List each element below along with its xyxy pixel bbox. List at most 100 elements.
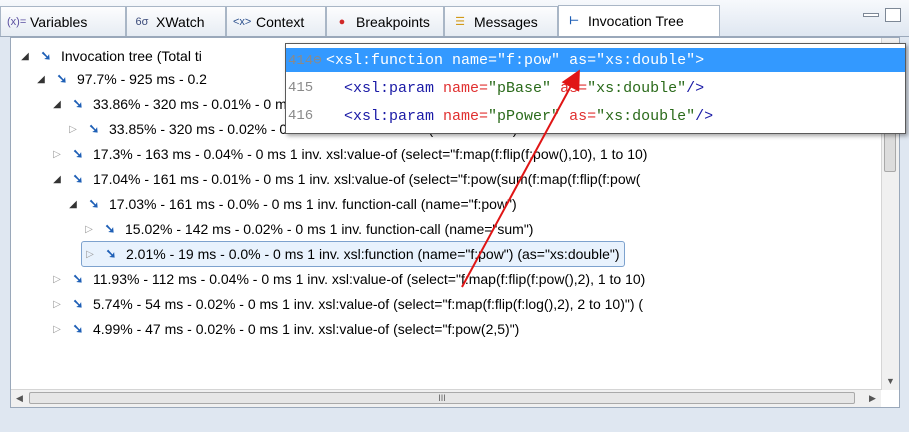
expand-arrow-icon[interactable]: ◢ — [17, 51, 33, 62]
tab-label: Invocation Tree — [588, 13, 684, 29]
code-value: "f:pow" — [497, 51, 561, 69]
tab-invocation-tree[interactable]: ⊢ Invocation Tree — [558, 5, 720, 36]
tree-row[interactable]: ◢ ➘ 17.03% - 161 ms - 0.0% - 0 ms 1 inv.… — [65, 192, 517, 216]
source-preview-popup: 414⊖ <xsl:function name="f:pow" as="xs:d… — [285, 43, 906, 134]
code-value: "xs:double" — [596, 51, 696, 69]
collapsed-arrow-icon[interactable]: ▷ — [65, 124, 81, 135]
invocation-node-icon: ➘ — [72, 296, 84, 311]
tab-breakpoints[interactable]: ● Breakpoints — [326, 6, 444, 36]
source-code: <xsl:param name="pPower" as="xs:double"/… — [326, 108, 713, 125]
view-tab-bar: (x)= Variables 6σ XWatch <x> Context ● B… — [0, 0, 909, 37]
tab-label: XWatch — [156, 13, 205, 30]
tree-row-label: 17.3% - 163 ms - 0.04% - 0 ms 1 inv. xsl… — [93, 146, 648, 162]
tab-label: Messages — [474, 13, 538, 30]
code-attr: as= — [560, 51, 597, 69]
collapsed-arrow-icon[interactable]: ▷ — [82, 249, 98, 260]
tree-row-label: 15.02% - 142 ms - 0.02% - 0 ms 1 inv. fu… — [125, 221, 534, 237]
tab-label: Variables — [30, 13, 88, 30]
tree-row[interactable]: ▷ ➘ 4.99% - 47 ms - 0.02% - 0 ms 1 inv. … — [49, 317, 519, 341]
invocation-tree-icon: ⊢ — [569, 15, 579, 27]
code-tag: <xsl:param — [326, 107, 435, 125]
code-tag: <xsl:function — [326, 51, 444, 69]
tab-variables[interactable]: (x)= Variables — [0, 6, 126, 36]
source-line: 415 <xsl:param name="pBase" as="xs:doubl… — [286, 76, 905, 100]
tree-row-label: 17.04% - 161 ms - 0.01% - 0 ms 1 inv. xs… — [93, 171, 641, 187]
line-number: 415 — [288, 80, 314, 96]
tab-xwatch[interactable]: 6σ XWatch — [126, 6, 226, 36]
minimize-icon[interactable] — [863, 13, 879, 17]
code-value: "xs:double" — [596, 107, 696, 125]
source-line: 414⊖ <xsl:function name="f:pow" as="xs:d… — [286, 48, 905, 72]
tree-row[interactable]: ▷ ➘ 5.74% - 54 ms - 0.02% - 0 ms 1 inv. … — [49, 292, 643, 316]
tab-label: Context — [256, 13, 305, 30]
code-attr: as= — [551, 79, 588, 97]
invocation-node-icon: ➘ — [72, 271, 84, 286]
tree-row[interactable]: ▷ ➘ 17.3% - 163 ms - 0.04% - 0 ms 1 inv.… — [49, 142, 647, 166]
code-value: "pBase" — [488, 79, 552, 97]
code-attr: as= — [560, 107, 597, 125]
source-line: 416 <xsl:param name="pPower" as="xs:doub… — [286, 104, 905, 128]
tree-row[interactable]: ▷ ➘ 11.93% - 112 ms - 0.04% - 0 ms 1 inv… — [49, 267, 645, 291]
context-icon: <x> — [233, 15, 252, 28]
invocation-node-icon: ➘ — [72, 321, 84, 336]
collapsed-arrow-icon[interactable]: ▷ — [49, 324, 65, 335]
code-attr: name= — [443, 51, 498, 69]
tree-row[interactable]: ▷ ➘ 15.02% - 142 ms - 0.02% - 0 ms 1 inv… — [81, 217, 533, 241]
invocation-node-icon: ➘ — [72, 171, 84, 186]
tree-row-label: 5.74% - 54 ms - 0.02% - 0 ms 1 inv. xsl:… — [93, 296, 644, 312]
tab-messages[interactable]: ☰ Messages — [444, 6, 558, 36]
invocation-node-icon: ➘ — [72, 146, 84, 161]
expand-arrow-icon[interactable]: ◢ — [65, 199, 81, 210]
scroll-right-icon[interactable]: ▶ — [864, 390, 881, 407]
tree-row-label: 4.99% - 47 ms - 0.02% - 0 ms 1 inv. xsl:… — [93, 321, 520, 337]
code-value: "xs:double" — [587, 79, 687, 97]
collapsed-arrow-icon[interactable]: ▷ — [49, 299, 65, 310]
invocation-node-icon: ➘ — [105, 246, 117, 261]
horizontal-scrollbar[interactable]: ◀ III ▶ — [11, 389, 881, 407]
tab-context[interactable]: <x> Context — [226, 6, 326, 36]
breakpoint-icon: ● — [338, 15, 346, 28]
code-value: "pPower" — [488, 107, 561, 125]
scroll-down-icon[interactable]: ▼ — [882, 373, 899, 390]
invocation-node-icon: ➘ — [88, 196, 100, 211]
code-tag: <xsl:param — [326, 79, 435, 97]
window-controls — [863, 8, 901, 22]
tree-row[interactable]: ◢ ➘ Invocation tree (Total ti — [17, 44, 202, 68]
tree-row-label: 17.03% - 161 ms - 0.0% - 0 ms 1 inv. fun… — [109, 196, 517, 212]
line-number: 414⊖ — [288, 52, 322, 69]
tree-row-label: 11.93% - 112 ms - 0.04% - 0 ms 1 inv. xs… — [93, 271, 646, 287]
invocation-node-icon: ➘ — [40, 48, 52, 63]
scroll-left-icon[interactable]: ◀ — [11, 390, 28, 407]
invocation-node-icon: ➘ — [104, 221, 116, 236]
code-attr: name= — [434, 79, 489, 97]
invocation-node-icon: ➘ — [56, 71, 68, 86]
expand-arrow-icon[interactable]: ◢ — [33, 74, 49, 85]
expand-arrow-icon[interactable]: ◢ — [49, 99, 65, 110]
source-code: <xsl:param name="pBase" as="xs:double"/> — [326, 80, 704, 97]
collapsed-arrow-icon[interactable]: ▷ — [81, 224, 97, 235]
code-attr: name= — [434, 107, 489, 125]
expand-arrow-icon[interactable]: ◢ — [49, 174, 65, 185]
tree-row-selected[interactable]: ▷ ➘ 2.01% - 19 ms - 0.0% - 0 ms 1 inv. x… — [81, 241, 625, 267]
tree-row-label: 2.01% - 19 ms - 0.0% - 0 ms 1 inv. xsl:f… — [126, 246, 620, 262]
tree-row-label: Invocation tree (Total ti — [61, 48, 202, 64]
tree-row-label: 97.7% - 925 ms - 0.2 — [77, 71, 207, 87]
invocation-node-icon: ➘ — [72, 96, 84, 111]
collapsed-arrow-icon[interactable]: ▷ — [49, 274, 65, 285]
code-tag: /> — [695, 107, 714, 125]
code-tag: > — [695, 51, 705, 69]
variables-icon: (x)= — [7, 15, 27, 28]
source-code: <xsl:function name="f:pow" as="xs:double… — [326, 52, 704, 69]
invocation-tree-view: (x)= Variables 6σ XWatch <x> Context ● B… — [0, 0, 909, 432]
tree-row[interactable]: ◢ ➘ 17.04% - 161 ms - 0.01% - 0 ms 1 inv… — [49, 167, 640, 191]
invocation-node-icon: ➘ — [88, 121, 100, 136]
maximize-icon[interactable] — [885, 8, 901, 22]
xwatch-icon: 6σ — [135, 15, 149, 28]
line-number: 416 — [288, 108, 314, 124]
code-tag: /> — [686, 79, 705, 97]
horizontal-scroll-thumb[interactable]: III — [29, 392, 855, 404]
messages-icon: ☰ — [455, 15, 465, 28]
collapsed-arrow-icon[interactable]: ▷ — [49, 149, 65, 160]
tab-label: Breakpoints — [356, 13, 430, 30]
tree-row[interactable]: ◢ ➘ 97.7% - 925 ms - 0.2 — [33, 67, 207, 91]
